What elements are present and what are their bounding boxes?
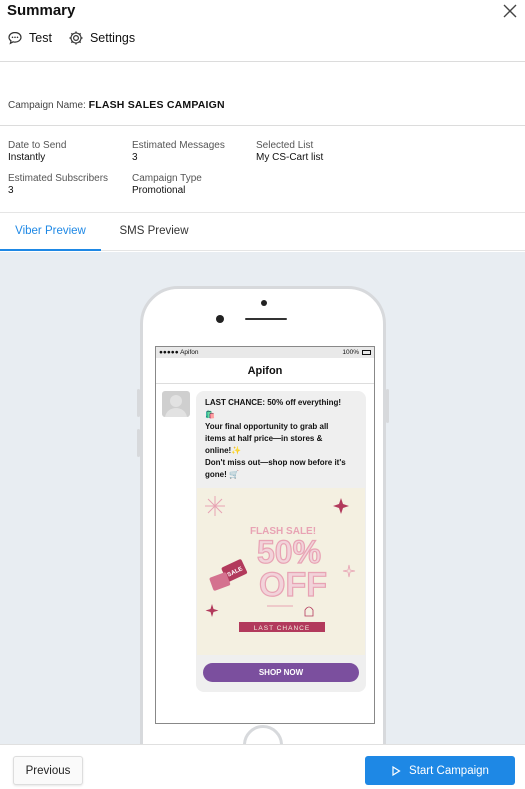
- previous-button[interactable]: Previous: [13, 756, 83, 785]
- footer-bar: Previous Start Campaign: [0, 744, 525, 789]
- close-icon: [503, 4, 517, 18]
- sparkle-icon: [205, 496, 225, 516]
- phone-volume-button: [137, 429, 140, 457]
- start-campaign-button[interactable]: Start Campaign: [365, 756, 515, 785]
- shop-now-button[interactable]: SHOP NOW: [203, 663, 359, 682]
- detail-date: Date to Send Instantly: [8, 140, 66, 164]
- message-text: LAST CHANCE: 50% off everything! 🛍️ Your…: [205, 397, 361, 481]
- detail-label: Estimated Subscribers: [8, 173, 109, 184]
- battery-text: 100%: [342, 349, 359, 356]
- banner-off: OFF: [259, 566, 327, 604]
- status-bar: ●●●●● Apifon 100%: [156, 347, 374, 358]
- detail-messages: Estimated Messages 3: [132, 140, 225, 164]
- sparkle-icon: [333, 498, 349, 514]
- close-button[interactable]: [501, 2, 519, 20]
- detail-label: Date to Send: [8, 140, 67, 151]
- detail-list: Selected List My CS-Cart list: [256, 140, 323, 164]
- pointer-icon: [304, 606, 314, 617]
- phone-speaker: [245, 318, 287, 320]
- play-icon: [392, 765, 401, 776]
- message-bubble: LAST CHANCE: 50% off everything! 🛍️ Your…: [196, 391, 366, 692]
- detail-subscribers: Estimated Subscribers 3: [8, 173, 108, 197]
- settings-button[interactable]: Settings: [68, 30, 135, 46]
- detail-value: 3: [8, 185, 14, 196]
- phone-camera: [261, 300, 267, 306]
- campaign-name: Campaign Name: FLASH SALES CAMPAIGN: [8, 99, 225, 111]
- gear-icon: [69, 31, 83, 45]
- tab-viber-preview[interactable]: Viber Preview: [0, 213, 101, 251]
- sparkle-icon: [342, 564, 356, 578]
- tab-sms-preview[interactable]: SMS Preview: [107, 213, 201, 251]
- phone-volume-button: [137, 389, 140, 417]
- battery-status: 100%: [342, 347, 371, 358]
- banner-percent: 50%: [257, 534, 321, 570]
- avatar: [162, 391, 190, 417]
- detail-label: Estimated Messages: [132, 140, 225, 151]
- message-line: online!✨: [205, 446, 242, 455]
- summary-header: Summary Test Settings: [0, 0, 525, 62]
- header-actions: Test Settings: [7, 30, 135, 46]
- test-label: Test: [29, 31, 52, 45]
- detail-value: 3: [132, 152, 138, 163]
- campaign-name-value: FLASH SALES CAMPAIGN: [88, 99, 225, 111]
- start-campaign-label: Start Campaign: [409, 764, 489, 777]
- phone-power-button: [386, 389, 389, 423]
- phone-sensor: [216, 315, 224, 323]
- flash-sale-graphic: FLASH SALE! 50% OFF SALE LAST CHANCE: [205, 496, 356, 632]
- detail-value: Promotional: [132, 185, 186, 196]
- detail-value: Instantly: [8, 152, 46, 163]
- detail-type: Campaign Type Promotional: [132, 173, 202, 197]
- app-title: Apifon: [156, 358, 374, 384]
- user-avatar-icon: [165, 395, 187, 417]
- promo-banner-image: FLASH SALE! 50% OFF SALE LAST CHANCE: [197, 488, 365, 655]
- message-line: items at half price—in stores &: [205, 434, 323, 443]
- battery-icon: [362, 350, 371, 355]
- message-line: 🛍️: [205, 410, 215, 419]
- message-line: gone! 🛒: [205, 470, 239, 479]
- detail-label: Campaign Type: [132, 173, 202, 184]
- campaign-name-label: Campaign Name:: [8, 100, 86, 111]
- preview-tabs: Viber Preview SMS Preview: [0, 213, 525, 251]
- divider: [0, 125, 525, 126]
- banner-footer-text: LAST CHANCE: [254, 625, 310, 632]
- detail-value: My CS-Cart list: [256, 152, 324, 163]
- sparkle-icon: [205, 604, 219, 617]
- message-line: LAST CHANCE: 50% off everything!: [205, 398, 342, 407]
- test-button[interactable]: Test: [7, 30, 52, 46]
- settings-label: Settings: [89, 31, 136, 45]
- detail-label: Selected List: [256, 140, 314, 151]
- phone-mockup: ●●●●● Apifon 100% Apifon LAST CHANCE: 50…: [137, 286, 389, 744]
- chat-icon: [8, 31, 22, 45]
- message-line: Your final opportunity to grab all: [205, 422, 329, 431]
- carrier-text: ●●●●● Apifon: [159, 349, 199, 356]
- message-line: Don't miss out—shop now before it's: [205, 458, 346, 467]
- phone-screen: ●●●●● Apifon 100% Apifon LAST CHANCE: 50…: [155, 346, 375, 724]
- preview-area: ●●●●● Apifon 100% Apifon LAST CHANCE: 50…: [0, 252, 525, 744]
- phone-home-button: [243, 725, 283, 744]
- page-title: Summary: [7, 2, 76, 19]
